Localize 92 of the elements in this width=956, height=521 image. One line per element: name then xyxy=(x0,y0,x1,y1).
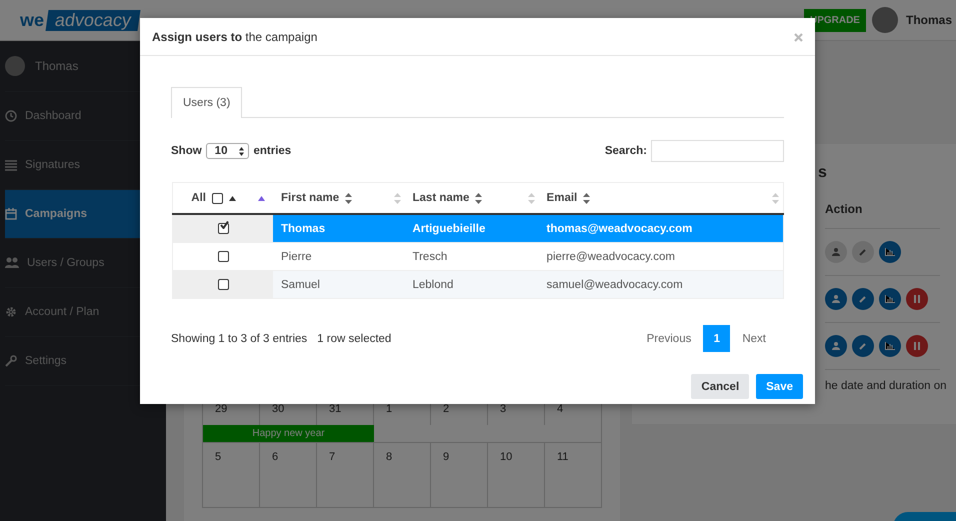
table-cell: Pierre xyxy=(281,250,312,262)
day-number: 30 xyxy=(272,403,284,415)
table-cell: Artiguebieille xyxy=(412,222,486,234)
column-header: All xyxy=(191,192,206,204)
table-cell: samuel@weadvocacy.com xyxy=(546,278,683,290)
pencil-icon xyxy=(859,295,867,303)
checkbox[interactable] xyxy=(218,222,228,234)
pencil-icon xyxy=(859,248,867,256)
action-button[interactable] xyxy=(825,241,847,263)
action-button[interactable] xyxy=(906,335,928,357)
table-cell: thomas@weadvocacy.com xyxy=(546,222,692,234)
action-button[interactable] xyxy=(906,288,928,310)
day-number: 4 xyxy=(557,403,564,415)
bar-chart-icon xyxy=(885,295,895,303)
sort-ascending-icon xyxy=(229,196,236,200)
table-cell: pierre@weadvocacy.com xyxy=(546,250,675,262)
action-button[interactable] xyxy=(852,288,874,310)
sort-icon xyxy=(772,193,779,204)
selection-info: 1 row selected xyxy=(317,332,392,344)
table-cell: Samuel xyxy=(281,278,320,290)
table-info: Showing 1 to 3 of 3 entries xyxy=(171,332,308,344)
day-number: 29 xyxy=(215,403,228,415)
day-number: 9 xyxy=(443,451,450,463)
day-number: 1 xyxy=(386,403,392,415)
show-label: Show xyxy=(171,145,202,157)
panel-text: he date and duration on xyxy=(825,380,946,392)
action-button[interactable] xyxy=(879,241,901,263)
bar-chart-icon xyxy=(885,342,895,350)
day-number: 3 xyxy=(500,403,506,415)
user-name: Thomas xyxy=(906,13,952,27)
person-icon xyxy=(832,295,840,303)
action-button[interactable] xyxy=(825,335,847,357)
gear-icon xyxy=(5,306,17,318)
day-number: 5 xyxy=(215,451,222,463)
sort-icon xyxy=(394,193,400,204)
next-link[interactable]: Next xyxy=(742,332,766,344)
people-icon xyxy=(5,257,19,269)
search-label: Search: xyxy=(604,145,647,157)
wrench-icon xyxy=(5,355,17,367)
spinner-arrows-icon xyxy=(239,146,244,156)
list-icon xyxy=(5,159,17,171)
pause-icon xyxy=(913,295,921,303)
column-header[interactable]: Last name xyxy=(412,192,470,204)
cancel-button[interactable]: Cancel xyxy=(691,374,750,399)
person-icon xyxy=(832,248,840,256)
day-number: 8 xyxy=(386,451,392,463)
sort-icon xyxy=(345,192,352,204)
previous-link[interactable]: Previous xyxy=(646,332,692,344)
sort-ascending-icon xyxy=(258,196,265,200)
entries-label: entries xyxy=(253,145,292,157)
table-cell: Tresch xyxy=(412,250,448,262)
column-header[interactable]: First name xyxy=(281,192,340,204)
day-number: 7 xyxy=(329,451,336,463)
pencil-icon xyxy=(859,342,867,350)
sort-icon xyxy=(583,192,590,204)
checkbox[interactable] xyxy=(218,250,228,262)
day-number: 11 xyxy=(557,451,568,463)
save-button[interactable]: Save xyxy=(756,374,803,399)
action-button[interactable] xyxy=(852,241,874,263)
person-icon xyxy=(832,342,840,350)
action-button[interactable] xyxy=(879,288,901,310)
checkbox[interactable] xyxy=(218,278,228,290)
sort-icon xyxy=(528,193,535,204)
action-button[interactable] xyxy=(879,335,901,357)
column-header[interactable]: Email xyxy=(546,192,578,204)
clock-icon xyxy=(5,110,17,122)
day-number: 2 xyxy=(443,403,450,415)
action-button[interactable] xyxy=(852,335,874,357)
sort-icon xyxy=(475,192,482,204)
avatar xyxy=(5,56,25,76)
calendar-event[interactable]: Happy new year xyxy=(203,425,374,442)
user-name: Thomas xyxy=(35,59,78,73)
day-number: 10 xyxy=(500,451,512,463)
table-cell: Leblond xyxy=(412,278,454,290)
modal-title: Assign users to the campaign xyxy=(152,30,318,44)
column-header: Action xyxy=(825,202,940,229)
page-button[interactable]: 1 xyxy=(703,325,730,352)
table-cell: Thomas xyxy=(281,222,326,234)
bar-chart-icon xyxy=(885,248,895,256)
search-field[interactable] xyxy=(651,140,784,162)
tab[interactable]: Users (3) xyxy=(171,87,242,118)
day-number: 31 xyxy=(329,403,342,415)
pause-icon xyxy=(913,342,921,350)
entries-select[interactable]: 10 xyxy=(206,143,250,159)
table-row[interactable]: Thomas Artiguebieille thomas@weadvocacy.com xyxy=(172,214,784,242)
avatar[interactable] xyxy=(872,7,898,33)
checkbox[interactable] xyxy=(212,192,223,204)
table-row[interactable]: Samuel Leblond samuel@weadvocacy.com xyxy=(172,270,784,298)
day-number: 6 xyxy=(272,451,278,463)
action-button[interactable] xyxy=(825,288,847,310)
calendar-icon xyxy=(5,208,17,220)
panel-heading: s xyxy=(818,164,827,182)
